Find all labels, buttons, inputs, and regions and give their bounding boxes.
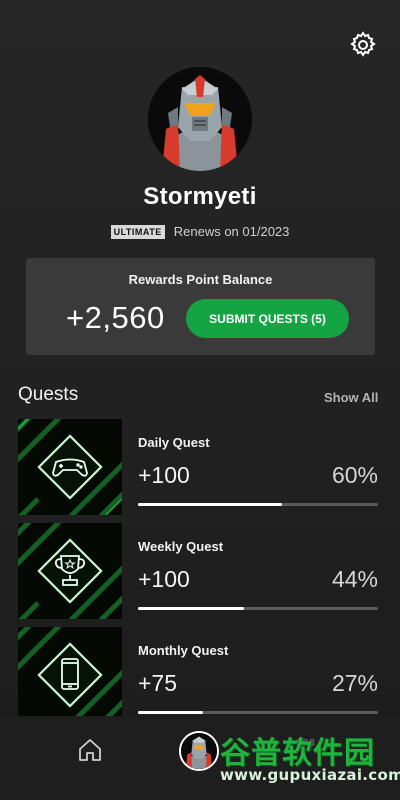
quest-weekly[interactable]: Weekly Quest +100 44% — [0, 523, 400, 619]
membership-info: ULTIMATE Renews on 01/2023 — [0, 224, 400, 239]
quest-monthly[interactable]: Monthly Quest +75 27% — [0, 627, 400, 723]
quest-name: Monthly Quest — [138, 643, 229, 658]
quest-percent: 44% — [331, 566, 378, 592]
quest-progress-fill — [138, 607, 244, 610]
quest-thumbnail — [18, 627, 122, 723]
quest-progress-fill — [138, 503, 282, 506]
nav-item-third[interactable]: 888 — [296, 738, 316, 749]
bottom-navigation: 888 — [0, 716, 400, 800]
renewal-date: Renews on 01/2023 — [173, 224, 290, 239]
quest-points: +75 — [138, 670, 178, 696]
avatar-icon — [181, 733, 217, 769]
profile-avatar[interactable] — [148, 67, 252, 171]
quest-daily[interactable]: Daily Quest +100 60% — [0, 419, 400, 515]
quests-header: Quests — [18, 384, 79, 405]
quest-points: +100 — [138, 462, 190, 488]
quest-thumbnail — [18, 419, 122, 515]
quest-progress-fill — [138, 711, 203, 714]
quest-name: Weekly Quest — [138, 539, 224, 554]
nav-profile-avatar[interactable] — [179, 731, 219, 771]
quest-thumbnail — [18, 523, 122, 619]
rewards-balance: +2,560 — [66, 300, 165, 335]
submit-quests-button[interactable]: SUBMIT QUESTS (5) — [186, 299, 349, 338]
quest-points: +100 — [138, 566, 190, 592]
tier-badge: ULTIMATE — [110, 224, 165, 239]
quest-progress-bar — [138, 503, 378, 506]
quest-name: Daily Quest — [138, 435, 210, 450]
quest-percent: 27% — [331, 670, 378, 696]
quest-progress-bar — [138, 711, 378, 714]
username: Stormyeti — [143, 183, 257, 210]
rewards-title: Rewards Point Balance — [128, 272, 273, 287]
robot-avatar-icon — [148, 67, 252, 171]
rewards-card: Rewards Point Balance +2,560 SUBMIT QUES… — [26, 258, 375, 355]
show-all-link[interactable]: Show All — [324, 390, 378, 405]
settings-gear-icon[interactable] — [348, 30, 378, 60]
quest-percent: 60% — [331, 462, 378, 488]
home-icon[interactable] — [76, 736, 104, 764]
quest-progress-bar — [138, 607, 378, 610]
